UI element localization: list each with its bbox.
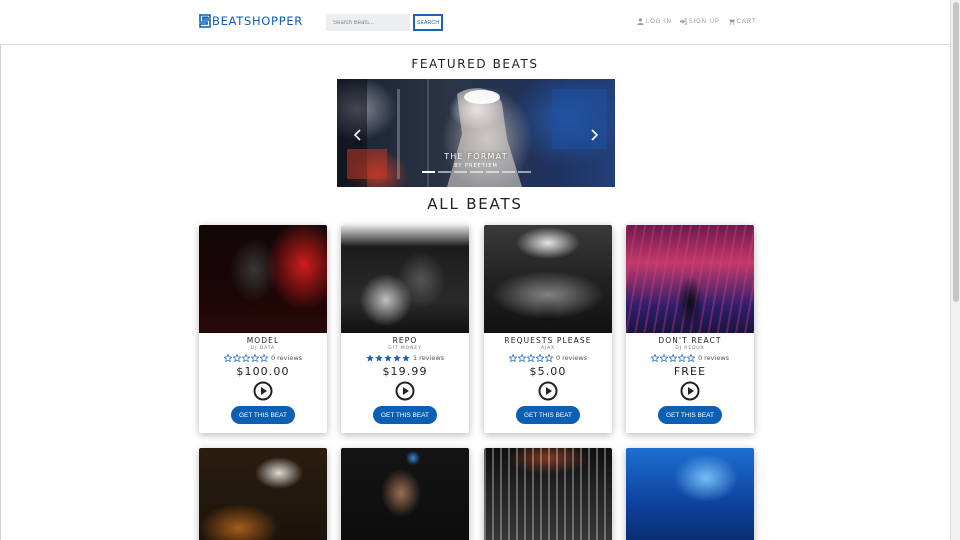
play-icon[interactable] [680, 381, 700, 401]
signup-label: SIGN UP [688, 18, 720, 25]
star-empty-icon [259, 354, 268, 362]
review-count: 0 reviews [270, 354, 303, 362]
carousel-indicator[interactable] [469, 171, 483, 173]
search-input[interactable] [326, 14, 410, 31]
beat-card: REQUESTS PLEASE AJAX 0 reviews $5.00 GET… [484, 225, 612, 433]
beat-title: REPO [392, 336, 418, 345]
navbar: BEATSHOPPER SEARCH LOG IN SIGN UP CART [0, 0, 950, 45]
chevron-left-icon [353, 129, 361, 141]
play-icon[interactable] [395, 381, 415, 401]
review-count: 0 reviews [555, 354, 588, 362]
get-this-beat-button[interactable]: GET THIS BEAT [373, 406, 437, 424]
beat-card: REPO GIT MONEY 1 reviews $19.99 GET THIS… [341, 225, 469, 433]
get-this-beat-button[interactable]: GET THIS BEAT [516, 406, 580, 424]
get-this-beat-button[interactable]: GET THIS BEAT [658, 406, 722, 424]
star-empty-icon [250, 354, 259, 362]
star-empty-icon [677, 354, 686, 362]
star-empty-icon [544, 354, 553, 362]
get-this-beat-button[interactable]: GET THIS BEAT [231, 406, 295, 424]
cart-link[interactable]: CART [727, 18, 757, 25]
carousel-indicator[interactable] [501, 171, 515, 173]
carousel-indicator[interactable] [485, 171, 499, 173]
chevron-right-icon [591, 129, 599, 141]
brand-logo-link[interactable]: BEATSHOPPER [199, 14, 303, 28]
play-icon[interactable] [538, 381, 558, 401]
beat-artist: AJAX [540, 346, 556, 351]
nav-links: LOG IN SIGN UP CART [637, 18, 757, 25]
user-icon [637, 18, 644, 25]
star-filled-icon [402, 354, 410, 362]
logo-icon [199, 14, 211, 28]
cart-label: CART [736, 18, 757, 25]
review-count: 1 reviews [412, 354, 445, 362]
star-empty-icon [241, 354, 250, 362]
beat-card-image[interactable] [341, 448, 469, 540]
beat-card-image[interactable] [484, 448, 612, 540]
beat-price: $19.99 [382, 365, 428, 378]
star-empty-icon [508, 354, 517, 362]
cart-icon [727, 18, 735, 25]
beat-cover-image[interactable] [341, 225, 469, 333]
star-filled-icon [366, 354, 374, 362]
scrollbar-thumb[interactable] [953, 2, 959, 302]
beat-cover-image[interactable] [484, 225, 612, 333]
all-beats-heading: ALL BEATS [427, 195, 523, 213]
sign-in-icon [679, 18, 687, 25]
brand-name: BEATSHOPPER [212, 14, 303, 28]
beat-title: MODEL [246, 336, 280, 345]
beat-price: $100.00 [236, 365, 290, 378]
beat-rating: 0 reviews [626, 354, 754, 362]
beat-card: MODEL DJ DATA 0 reviews $100.00 GET THIS… [199, 225, 327, 433]
carousel-indicator[interactable] [421, 171, 435, 173]
star-empty-icon [535, 354, 544, 362]
beat-price: FREE [673, 365, 707, 378]
beat-rating: 0 reviews [199, 354, 327, 362]
beat-price: $5.00 [529, 365, 567, 378]
page-scrollbar[interactable] [950, 0, 960, 540]
star-empty-icon [526, 354, 535, 362]
star-empty-icon [686, 354, 695, 362]
search-button[interactable]: SEARCH [413, 14, 443, 31]
carousel-indicator[interactable] [437, 171, 451, 173]
star-filled-icon [384, 354, 392, 362]
beat-card: DON'T REACT DJ REDUX 0 reviews FREE GET … [626, 225, 754, 433]
play-icon[interactable] [253, 381, 273, 401]
star-empty-icon [232, 354, 241, 362]
login-link[interactable]: LOG IN [637, 18, 672, 25]
featured-heading: FEATURED BEATS [411, 57, 539, 71]
beat-rating: 0 reviews [484, 354, 612, 362]
star-empty-icon [650, 354, 659, 362]
carousel-prev-button[interactable] [353, 126, 363, 141]
review-count: 0 reviews [697, 354, 730, 362]
beat-artist: DJ DATA [250, 346, 276, 351]
beat-card-image[interactable] [199, 448, 327, 540]
carousel-indicator[interactable] [517, 171, 531, 173]
star-empty-icon [659, 354, 668, 362]
beat-artist: DJ REDUX [675, 346, 705, 351]
star-filled-icon [375, 354, 383, 362]
carousel-caption-subtitle: BY PREETIEM [454, 163, 498, 169]
beat-cover-image[interactable] [626, 225, 754, 333]
star-empty-icon [517, 354, 526, 362]
beat-title: REQUESTS PLEASE [504, 336, 592, 345]
star-filled-icon [393, 354, 401, 362]
carousel-next-button[interactable] [589, 126, 599, 141]
star-empty-icon [668, 354, 677, 362]
featured-carousel[interactable]: THE FORMAT BY PREETIEM [337, 79, 615, 187]
beat-rating: 1 reviews [341, 354, 469, 362]
star-empty-icon [223, 354, 232, 362]
beat-card-image[interactable] [626, 448, 754, 540]
beat-cover-image[interactable] [199, 225, 327, 333]
carousel-caption-title: THE FORMAT [444, 152, 508, 161]
signup-link[interactable]: SIGN UP [679, 18, 720, 25]
login-label: LOG IN [646, 18, 672, 25]
carousel-indicator[interactable] [453, 171, 467, 173]
carousel-indicators [337, 171, 615, 173]
beat-title: DON'T REACT [658, 336, 722, 345]
beat-artist: GIT MONEY [388, 346, 422, 351]
